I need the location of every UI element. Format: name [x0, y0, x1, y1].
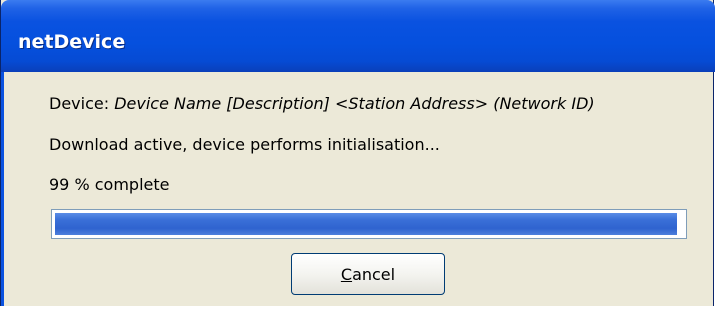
status-text: Download active, device performs initial… — [49, 135, 440, 154]
progress-track — [55, 213, 683, 235]
title-bar[interactable]: netDevice — [1, 0, 715, 72]
cancel-label-rest: ancel — [352, 264, 396, 284]
progress-percentage-text: 99 % complete — [49, 175, 170, 194]
device-label: Device: — [49, 94, 115, 113]
window-title: netDevice — [18, 31, 126, 53]
device-value: Device Name [Description] <Station Addre… — [114, 94, 595, 113]
cancel-button[interactable]: Cancel — [291, 253, 445, 295]
cancel-mnemonic: C — [340, 264, 353, 284]
progress-bar — [51, 209, 687, 239]
device-line: Device: Device Name [Description] <Stati… — [49, 94, 595, 113]
progress-fill — [55, 213, 677, 235]
